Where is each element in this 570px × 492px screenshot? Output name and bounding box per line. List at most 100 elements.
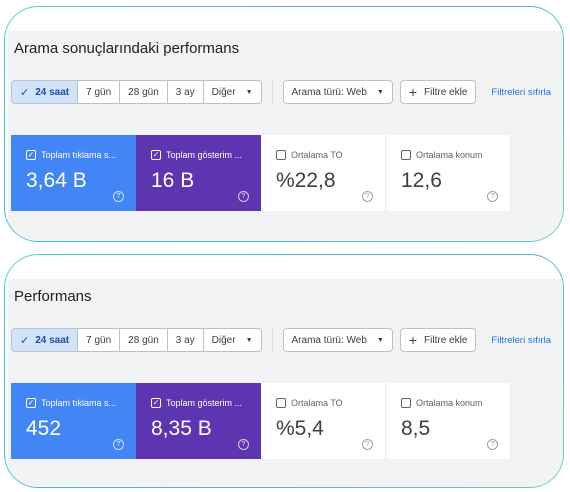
date-range-label: 3 ay [175,334,195,346]
add-filter-label: Filtre ekle [424,334,468,346]
date-range-28d-button[interactable]: 28 gün [120,81,168,103]
divider [271,80,273,104]
date-range-selector: ✓ 24 saat 7 gün 28 gün 3 ay Diğer ▼ [11,80,262,104]
metric-label: Ortalama konum [416,398,483,408]
date-range-28d-button[interactable]: 28 gün [120,329,168,351]
help-icon[interactable]: ? [113,191,124,202]
metric-label: Toplam gösterim ... [166,150,243,160]
metric-card-header: ✓ Toplam gösterim ... [151,150,255,160]
date-range-3m-button[interactable]: 3 ay [167,81,204,103]
help-icon[interactable]: ? [362,191,373,202]
add-filter-button[interactable]: + Filtre ekle [399,328,477,352]
filter-bar: ✓ 24 saat 7 gün 28 gün 3 ay Diğer ▼ Aram… [11,80,551,104]
search-type-label: Arama türü: Web [291,86,367,98]
filter-bar: ✓ 24 saat 7 gün 28 gün 3 ay Diğer ▼ Aram… [11,328,551,352]
panel-content: Performans ✓ 24 saat 7 gün 28 gün 3 ay D… [8,279,563,487]
search-type-dropdown[interactable]: Arama türü: Web ▼ [282,328,393,352]
date-range-label: Diğer [211,86,236,98]
metric-label: Ortalama TO [291,398,343,408]
metric-card-header: ✓ Toplam gösterim ... [151,398,255,408]
metric-label: Ortalama konum [416,150,483,160]
checkbox-unchecked-icon[interactable] [276,398,286,408]
metric-label: Toplam tıklama s... [41,398,117,408]
date-range-3m-button[interactable]: 3 ay [167,329,204,351]
date-range-24h-button[interactable]: ✓ 24 saat [12,81,79,103]
metric-card-header: ✓ Toplam tıklama s... [26,150,130,160]
date-range-label: Diğer [211,334,236,346]
performance-panel: Performans ✓ 24 saat 7 gün 28 gün 3 ay D… [4,254,564,488]
performance-panel-search-results: Arama sonuçlarındaki performans ✓ 24 saa… [4,6,564,242]
metric-value: %5,4 [276,417,324,440]
metric-card-total-impressions[interactable]: ✓ Toplam gösterim ... 8,35 B ? [136,383,261,459]
metric-value: 452 [26,417,62,440]
chevron-down-icon: ▼ [245,336,253,344]
search-type-dropdown[interactable]: Arama türü: Web ▼ [282,80,393,104]
checkbox-checked-icon[interactable]: ✓ [151,398,161,408]
date-range-label: 28 gün [128,334,159,346]
date-range-selector: ✓ 24 saat 7 gün 28 gün 3 ay Diğer ▼ [11,328,262,352]
date-range-7d-button[interactable]: 7 gün [78,329,121,351]
metric-card-total-impressions[interactable]: ✓ Toplam gösterim ... 16 B ? [136,135,261,211]
metric-card-average-position[interactable]: Ortalama konum 8,5 ? [386,383,511,459]
date-range-other-dropdown[interactable]: Diğer ▼ [203,329,261,351]
plus-icon: + [408,332,418,348]
chevron-down-icon: ▼ [376,336,384,344]
metric-label: Toplam gösterim ... [166,398,243,408]
metric-label: Toplam tıklama s... [41,150,117,160]
panel-title: Arama sonuçlarındaki performans [14,40,240,57]
metric-card-header: Ortalama konum [401,398,504,408]
help-icon[interactable]: ? [487,191,498,202]
metric-cards: ✓ Toplam tıklama s... 452 ? ✓ Toplam gös… [11,383,511,459]
metric-card-header: Ortalama konum [401,150,504,160]
reset-filters-link[interactable]: Filtreleri sıfırla [491,335,551,346]
checkbox-unchecked-icon[interactable] [276,150,286,160]
metric-card-header: ✓ Toplam tıklama s... [26,398,130,408]
metric-value: 3,64 B [26,169,87,192]
checkbox-checked-icon[interactable]: ✓ [151,150,161,160]
checkbox-checked-icon[interactable]: ✓ [26,398,36,408]
date-range-24h-button[interactable]: ✓ 24 saat [12,329,79,351]
help-icon[interactable]: ? [238,191,249,202]
date-range-label: 3 ay [175,86,195,98]
metric-label: Ortalama TO [291,150,343,160]
check-icon: ✓ [20,334,30,347]
date-range-label: 28 gün [128,86,159,98]
chevron-down-icon: ▼ [376,88,384,96]
metric-card-average-ctr[interactable]: Ortalama TO %22,8 ? [261,135,386,211]
help-icon[interactable]: ? [238,439,249,450]
metric-value: %22,8 [276,169,336,192]
add-filter-button[interactable]: + Filtre ekle [399,80,477,104]
metric-value: 12,6 [401,169,442,192]
checkbox-unchecked-icon[interactable] [401,398,411,408]
date-range-label: 7 gün [86,86,112,98]
search-type-label: Arama türü: Web [291,334,367,346]
checkbox-unchecked-icon[interactable] [401,150,411,160]
panel-title: Performans [14,288,92,305]
metric-card-total-clicks[interactable]: ✓ Toplam tıklama s... 452 ? [11,383,136,459]
metric-value: 8,35 B [151,417,212,440]
date-range-label: 7 gün [86,334,112,346]
date-range-label: 24 saat [35,86,70,98]
metric-card-header: Ortalama TO [276,398,379,408]
chevron-down-icon: ▼ [245,88,253,96]
metric-cards: ✓ Toplam tıklama s... 3,64 B ? ✓ Toplam … [11,135,511,211]
panel-content: Arama sonuçlarındaki performans ✓ 24 saa… [8,31,563,241]
help-icon[interactable]: ? [487,439,498,450]
divider [271,328,273,352]
metric-card-total-clicks[interactable]: ✓ Toplam tıklama s... 3,64 B ? [11,135,136,211]
date-range-other-dropdown[interactable]: Diğer ▼ [203,81,261,103]
metric-value: 16 B [151,169,195,192]
metric-value: 8,5 [401,417,431,440]
checkbox-checked-icon[interactable]: ✓ [26,150,36,160]
help-icon[interactable]: ? [113,439,124,450]
plus-icon: + [408,84,418,100]
help-icon[interactable]: ? [362,439,373,450]
add-filter-label: Filtre ekle [424,86,468,98]
date-range-7d-button[interactable]: 7 gün [78,81,121,103]
date-range-label: 24 saat [35,334,70,346]
metric-card-header: Ortalama TO [276,150,379,160]
reset-filters-link[interactable]: Filtreleri sıfırla [491,87,551,98]
metric-card-average-position[interactable]: Ortalama konum 12,6 ? [386,135,511,211]
check-icon: ✓ [20,86,30,99]
metric-card-average-ctr[interactable]: Ortalama TO %5,4 ? [261,383,386,459]
